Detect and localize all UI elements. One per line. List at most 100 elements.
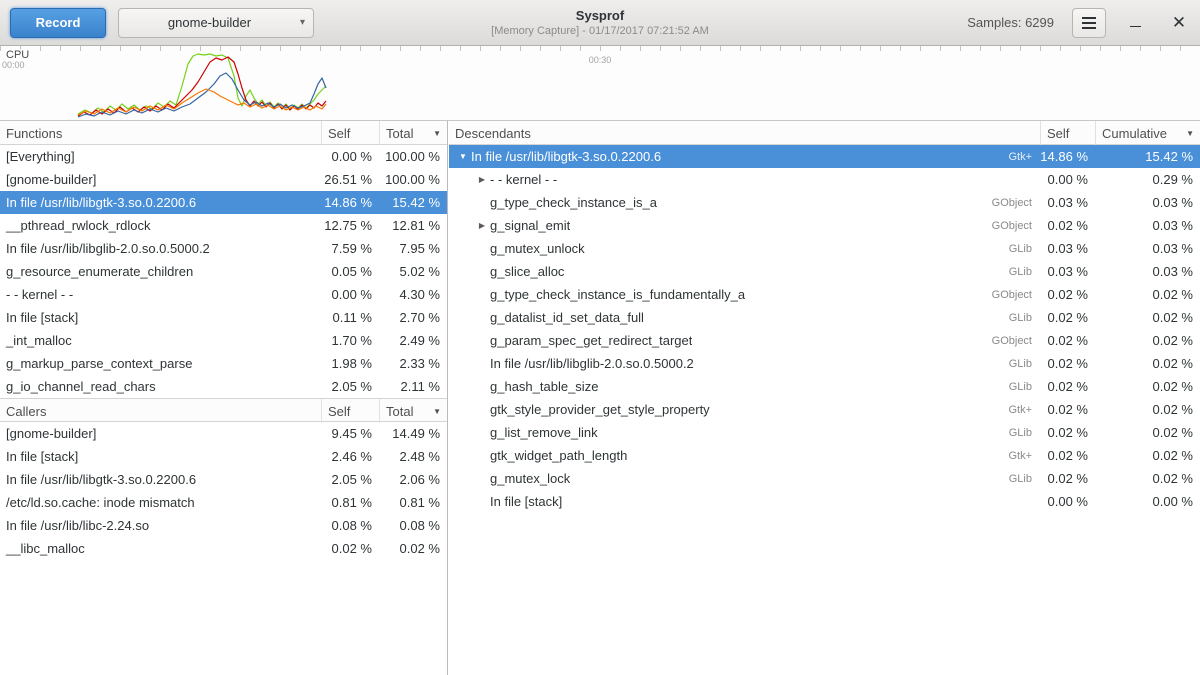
cpu-timeline[interactable]: CPU 00:00 00:30: [0, 46, 1200, 121]
total-value: 2.33 %: [379, 356, 447, 371]
table-row[interactable]: g_mutex_unlockGLib0.03 %0.03 %: [449, 237, 1200, 260]
table-row[interactable]: ▼In file /usr/lib/libgtk-3.so.0.2200.6Gt…: [449, 145, 1200, 168]
category-label: GLib: [1009, 427, 1040, 439]
descendant-name-cell: gtk_style_provider_get_style_propertyGtk…: [449, 402, 1040, 417]
table-row[interactable]: /etc/ld.so.cache: inode mismatch0.81 %0.…: [0, 491, 447, 514]
table-row[interactable]: gtk_widget_path_lengthGtk+0.02 %0.02 %: [449, 444, 1200, 467]
sort-arrow-icon: ▼: [433, 407, 441, 416]
table-row[interactable]: In file [stack]2.46 %2.48 %: [0, 445, 447, 468]
table-row[interactable]: g_datalist_id_set_data_fullGLib0.02 %0.0…: [449, 306, 1200, 329]
table-row[interactable]: In file [stack]0.11 %2.70 %: [0, 306, 447, 329]
table-row[interactable]: g_io_channel_read_chars2.05 %2.11 %: [0, 375, 447, 398]
tree-indent: [455, 179, 474, 180]
self-value: 0.11 %: [321, 310, 379, 325]
table-row[interactable]: ▶g_signal_emitGObject0.02 %0.03 %: [449, 214, 1200, 237]
function-name: g_mutex_lock: [490, 471, 570, 486]
table-row[interactable]: In file /usr/lib/libgtk-3.so.0.2200.62.0…: [0, 468, 447, 491]
tree-indent: [455, 271, 474, 272]
tree-indent: [455, 225, 474, 226]
category-label: GLib: [1009, 358, 1040, 370]
expand-icon[interactable]: ▶: [474, 175, 490, 184]
total-column-header[interactable]: Total ▼: [379, 399, 447, 423]
table-row[interactable]: g_mutex_lockGLib0.02 %0.02 %: [449, 467, 1200, 490]
callers-table-header: Callers Self Total ▼: [0, 398, 447, 422]
table-row[interactable]: g_type_check_instance_is_aGObject0.03 %0…: [449, 191, 1200, 214]
self-column-header[interactable]: Self: [1040, 121, 1095, 145]
total-value: 14.49 %: [379, 426, 447, 441]
function-name: __libc_malloc: [0, 541, 321, 556]
table-row[interactable]: g_type_check_instance_is_fundamentally_a…: [449, 283, 1200, 306]
table-row[interactable]: [Everything]0.00 %100.00 %: [0, 145, 447, 168]
table-row[interactable]: In file /usr/lib/libc-2.24.so0.08 %0.08 …: [0, 514, 447, 537]
table-row[interactable]: g_list_remove_linkGLib0.02 %0.02 %: [449, 421, 1200, 444]
total-column-label: Total: [386, 126, 413, 141]
function-name: g_mutex_unlock: [490, 241, 585, 256]
callers-column-header[interactable]: Callers: [0, 399, 321, 423]
table-row[interactable]: g_hash_table_sizeGLib0.02 %0.02 %: [449, 375, 1200, 398]
minimize-button[interactable]: [1124, 12, 1146, 34]
total-column-header[interactable]: Total ▼: [379, 121, 447, 145]
table-row[interactable]: In file /usr/lib/libgtk-3.so.0.2200.614.…: [0, 191, 447, 214]
table-row[interactable]: - - kernel - -0.00 %4.30 %: [0, 283, 447, 306]
titlebar: Record gnome-builder ▾ Sysprof [Memory C…: [0, 0, 1200, 46]
function-name: In file [stack]: [490, 494, 562, 509]
self-value: 0.00 %: [321, 287, 379, 302]
self-column-header[interactable]: Self: [321, 121, 379, 145]
table-row[interactable]: In file /usr/lib/libglib-2.0.so.0.5000.2…: [0, 237, 447, 260]
table-row[interactable]: __pthread_rwlock_rdlock12.75 %12.81 %: [0, 214, 447, 237]
cumulative-value: 0.02 %: [1095, 448, 1200, 463]
table-row[interactable]: g_slice_allocGLib0.03 %0.03 %: [449, 260, 1200, 283]
close-icon: ✕: [1172, 14, 1186, 31]
cumulative-value: 0.02 %: [1095, 310, 1200, 325]
total-value: 100.00 %: [379, 172, 447, 187]
category-label: Gtk+: [1008, 404, 1040, 416]
total-value: 7.95 %: [379, 241, 447, 256]
tree-indent: [455, 432, 474, 433]
function-name: g_param_spec_get_redirect_target: [490, 333, 692, 348]
self-value: 0.02 %: [1040, 310, 1095, 325]
hamburger-icon: [1082, 17, 1096, 29]
total-value: 0.81 %: [379, 495, 447, 510]
table-row[interactable]: In file [stack]0.00 %0.00 %: [449, 490, 1200, 513]
table-row[interactable]: In file /usr/lib/libglib-2.0.so.0.5000.2…: [449, 352, 1200, 375]
sort-arrow-icon: ▼: [433, 129, 441, 138]
cumulative-value: 0.02 %: [1095, 402, 1200, 417]
table-row[interactable]: gtk_style_provider_get_style_propertyGtk…: [449, 398, 1200, 421]
table-row[interactable]: g_param_spec_get_redirect_targetGObject0…: [449, 329, 1200, 352]
self-value: 0.00 %: [321, 149, 379, 164]
table-row[interactable]: g_resource_enumerate_children0.05 %5.02 …: [0, 260, 447, 283]
timeline-start-time: 00:00: [2, 60, 25, 70]
category-label: GLib: [1009, 473, 1040, 485]
menu-button[interactable]: [1072, 8, 1106, 38]
function-name: In file /usr/lib/libgtk-3.so.0.2200.6: [0, 195, 321, 210]
table-row[interactable]: ▶- - kernel - -0.00 %0.29 %: [449, 168, 1200, 191]
table-row[interactable]: g_markup_parse_context_parse1.98 %2.33 %: [0, 352, 447, 375]
function-name: g_type_check_instance_is_a: [490, 195, 657, 210]
descendant-name-cell: ▶- - kernel - -: [449, 172, 1040, 187]
table-row[interactable]: __libc_malloc0.02 %0.02 %: [0, 537, 447, 560]
self-column-header[interactable]: Self: [321, 399, 379, 423]
cumulative-column-header[interactable]: Cumulative ▼: [1095, 121, 1200, 145]
expand-icon[interactable]: ▶: [474, 221, 490, 230]
process-selector-dropdown[interactable]: gnome-builder ▾: [118, 8, 314, 38]
function-name: g_type_check_instance_is_fundamentally_a: [490, 287, 745, 302]
collapse-icon[interactable]: ▼: [455, 152, 471, 161]
self-value: 0.02 %: [1040, 448, 1095, 463]
record-button[interactable]: Record: [10, 8, 106, 38]
functions-column-header[interactable]: Functions: [0, 121, 321, 145]
table-row[interactable]: _int_malloc1.70 %2.49 %: [0, 329, 447, 352]
self-value: 0.02 %: [1040, 218, 1095, 233]
category-label: Gtk+: [1008, 450, 1040, 462]
descendants-column-header[interactable]: Descendants: [449, 121, 1040, 145]
close-button[interactable]: ✕: [1168, 12, 1190, 34]
function-name: g_list_remove_link: [490, 425, 598, 440]
table-row[interactable]: [gnome-builder]9.45 %14.49 %: [0, 422, 447, 445]
self-value: 0.02 %: [1040, 471, 1095, 486]
function-name: g_datalist_id_set_data_full: [490, 310, 644, 325]
function-name: - - kernel - -: [490, 172, 557, 187]
self-value: 0.02 %: [1040, 402, 1095, 417]
function-name: g_io_channel_read_chars: [0, 379, 321, 394]
descendant-name-cell: In file /usr/lib/libglib-2.0.so.0.5000.2…: [449, 356, 1040, 371]
descendant-name-cell: In file [stack]: [449, 494, 1040, 509]
table-row[interactable]: [gnome-builder]26.51 %100.00 %: [0, 168, 447, 191]
